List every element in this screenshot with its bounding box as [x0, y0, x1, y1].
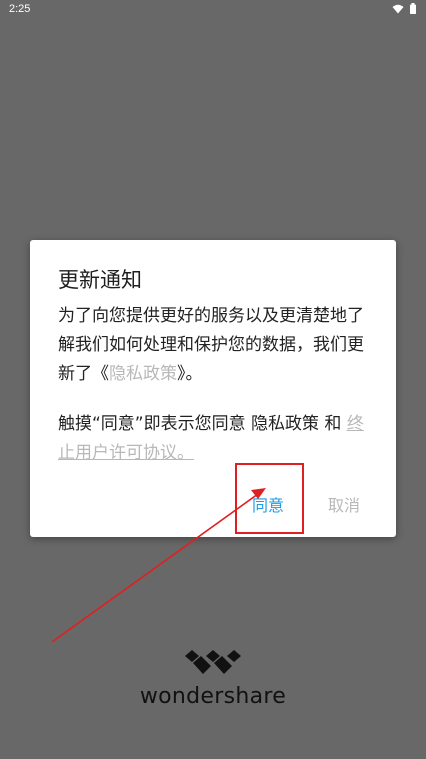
- wifi-icon: [392, 4, 404, 14]
- cancel-button[interactable]: 取消: [328, 492, 360, 516]
- privacy-policy-link[interactable]: 隐私政策: [109, 364, 177, 384]
- body-text: 为了向您提供更好的服务以及更清楚地了解我们如何处理和保护您的数据，我们更新了《: [58, 306, 364, 384]
- status-time: 2:25: [9, 3, 31, 15]
- brand-name: wondershare: [139, 684, 287, 709]
- consent-prefix: 触摸“同意”即表示您同意 隐私政策 和: [58, 414, 347, 434]
- dialog-body: 为了向您提供更好的服务以及更清楚地了解我们如何处理和保护您的数据，我们更新了《隐…: [58, 302, 380, 389]
- update-notice-dialog: 更新通知 为了向您提供更好的服务以及更清楚地了解我们如何处理和保护您的数据，我们…: [30, 240, 396, 537]
- consent-text: 触摸“同意”即表示您同意 隐私政策 和 终止用户许可协议。: [58, 410, 380, 468]
- dialog-title: 更新通知: [58, 268, 142, 292]
- battery-icon: [410, 3, 416, 14]
- status-bar: 2:25: [0, 0, 426, 20]
- brand: wondershare: [0, 650, 426, 709]
- status-icons: [392, 3, 416, 14]
- body-text-end: 》。: [177, 364, 203, 384]
- wondershare-logo-icon: [0, 650, 426, 676]
- annotation-highlight-box: [235, 463, 304, 534]
